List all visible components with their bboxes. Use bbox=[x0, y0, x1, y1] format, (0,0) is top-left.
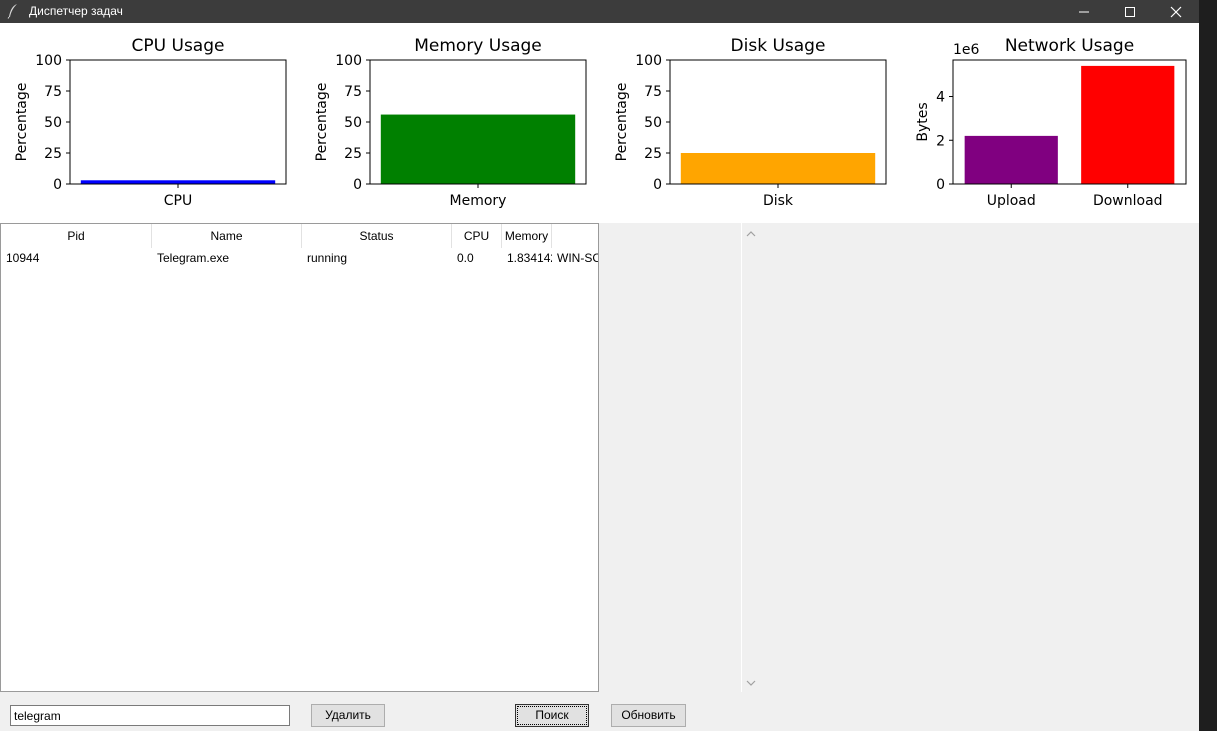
y-axis-offset-label: 1e6 bbox=[953, 42, 980, 58]
y-tick-label: 75 bbox=[644, 84, 662, 100]
x-tick-label: CPU bbox=[164, 193, 192, 209]
y-tick-label: 100 bbox=[635, 53, 662, 69]
usage-charts: CPU 0 25 50 75 100 CPU Usage Percentage Memory 0 2… bbox=[14, 36, 1187, 209]
maximize-icon bbox=[1125, 7, 1135, 17]
minimize-icon bbox=[1079, 11, 1089, 13]
cell-host: WIN-SC4 bbox=[557, 251, 598, 265]
delete-button[interactable]: Удалить bbox=[311, 704, 385, 727]
y-tick-label: 75 bbox=[344, 84, 362, 100]
column-header-extra[interactable] bbox=[552, 224, 598, 248]
cell-memory: 1.834142 bbox=[507, 251, 552, 265]
y-tick-label: 25 bbox=[644, 146, 662, 162]
scroll-up-arrow-icon[interactable] bbox=[746, 229, 756, 239]
vertical-scrollbar[interactable] bbox=[741, 223, 759, 692]
maximize-button[interactable] bbox=[1107, 0, 1153, 23]
title-bar: Диспетчер задач bbox=[0, 0, 1199, 23]
bar-download bbox=[1081, 65, 1175, 184]
chart-title: CPU Usage bbox=[132, 36, 225, 56]
chart-title: Memory Usage bbox=[414, 36, 542, 56]
column-header-status[interactable]: Status bbox=[302, 224, 452, 248]
column-header-cpu[interactable]: CPU bbox=[452, 224, 502, 248]
bar-cpu bbox=[80, 180, 276, 184]
cell-pid: 10944 bbox=[6, 251, 40, 265]
plot-frame bbox=[69, 59, 287, 185]
chart-title: Disk Usage bbox=[731, 36, 826, 56]
y-tick-label: 100 bbox=[35, 53, 62, 69]
y-tick-label: 50 bbox=[644, 115, 662, 131]
y-tick-label: 75 bbox=[44, 84, 62, 100]
background-editor-strip bbox=[1199, 0, 1217, 731]
x-tick-label: Disk bbox=[763, 193, 794, 209]
y-tick-label: 25 bbox=[44, 146, 62, 162]
search-input[interactable] bbox=[10, 705, 290, 726]
process-table[interactable]: Pid Name Status CPU Memory 10944 Telegra… bbox=[0, 223, 599, 692]
search-button[interactable]: Поиск bbox=[515, 704, 589, 727]
y-axis-label: Percentage bbox=[14, 83, 30, 162]
cell-name: Telegram.exe bbox=[157, 251, 230, 265]
scroll-down-arrow-icon[interactable] bbox=[746, 678, 756, 688]
y-axis-label: Bytes bbox=[915, 102, 931, 141]
y-axis-label: Percentage bbox=[314, 83, 330, 162]
table-header: Pid Name Status CPU Memory bbox=[1, 224, 598, 248]
cell-cpu: 0.0 bbox=[457, 251, 474, 265]
close-icon bbox=[1170, 6, 1182, 18]
column-header-memory[interactable]: Memory bbox=[502, 224, 552, 248]
bar-disk bbox=[680, 153, 876, 184]
y-tick-label: 100 bbox=[335, 53, 362, 69]
y-tick-label: 2 bbox=[936, 133, 945, 149]
task-manager-window: Диспетчер задач CPU 0 25 50 75 100 CPU Usage Pe… bbox=[0, 0, 1199, 731]
x-tick-label: Download bbox=[1093, 193, 1163, 209]
bar-memory bbox=[380, 114, 576, 184]
refresh-button[interactable]: Обновить bbox=[611, 704, 686, 727]
bar-upload bbox=[964, 135, 1058, 184]
chart-title: Network Usage bbox=[1005, 36, 1134, 56]
minimize-button[interactable] bbox=[1061, 0, 1107, 23]
feather-app-icon bbox=[7, 4, 17, 19]
window-title: Диспетчер задач bbox=[29, 4, 123, 18]
y-tick-label: 50 bbox=[344, 115, 362, 131]
close-button[interactable] bbox=[1153, 0, 1199, 23]
charts-area: CPU 0 25 50 75 100 CPU Usage Percentage Memory 0 2… bbox=[0, 23, 1199, 223]
y-tick-label: 0 bbox=[936, 177, 945, 193]
y-tick-label: 50 bbox=[44, 115, 62, 131]
cell-status: running bbox=[307, 251, 348, 265]
y-tick-label: 25 bbox=[344, 146, 362, 162]
table-row[interactable]: 10944 Telegram.exe running 0.0 1.834142 … bbox=[1, 248, 598, 269]
x-tick-label: Upload bbox=[987, 193, 1036, 209]
y-tick-label: 4 bbox=[936, 90, 945, 106]
y-axis-label: Percentage bbox=[614, 83, 630, 162]
y-tick-label: 0 bbox=[53, 177, 62, 193]
y-tick-label: 0 bbox=[653, 177, 662, 193]
column-header-pid[interactable]: Pid bbox=[1, 224, 152, 248]
column-header-name[interactable]: Name bbox=[152, 224, 302, 248]
y-tick-label: 0 bbox=[353, 177, 362, 193]
x-tick-label: Memory bbox=[450, 193, 507, 209]
